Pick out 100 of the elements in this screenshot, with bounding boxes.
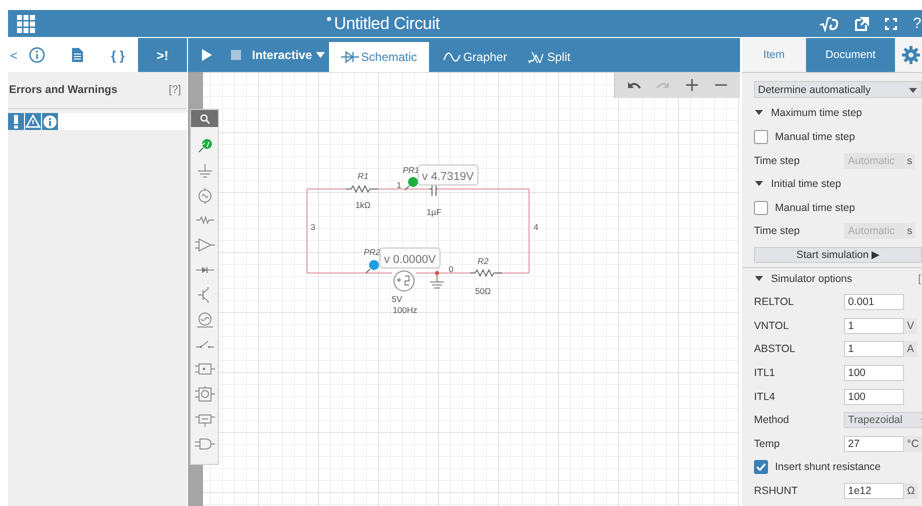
probe-dot[interactable] bbox=[369, 260, 379, 270]
input-field[interactable]: 1e12 bbox=[844, 482, 904, 499]
checkbox-label: Manual time step bbox=[775, 202, 855, 214]
node-label: 1 bbox=[396, 180, 402, 190]
filter-field[interactable] bbox=[8, 113, 187, 130]
unit-label: s bbox=[904, 152, 916, 169]
help-link[interactable]: [?] bbox=[168, 84, 181, 96]
mode-dropdown[interactable]: Interactive bbox=[248, 46, 330, 64]
triangle-icon[interactable] bbox=[755, 275, 763, 284]
panel-tab[interactable]: Document bbox=[806, 38, 895, 72]
component-name: R1 bbox=[358, 171, 368, 181]
exclamation-icon[interactable] bbox=[8, 113, 24, 130]
amplifier-icon[interactable] bbox=[194, 237, 214, 254]
view-tab[interactable]: Grapher bbox=[433, 42, 518, 72]
input-field[interactable]: 1 bbox=[844, 318, 904, 334]
dropdown[interactable]: Trapezoidal bbox=[844, 412, 922, 428]
export-icon[interactable] bbox=[855, 16, 869, 30]
unit-label: V bbox=[904, 318, 918, 334]
triangle-icon[interactable] bbox=[755, 109, 763, 118]
voltage-source-symbol[interactable] bbox=[394, 270, 414, 292]
section-header[interactable]: Initial time step bbox=[771, 178, 842, 190]
panel-tab[interactable]: { } bbox=[98, 38, 138, 72]
probe-reading: v 4.7319V bbox=[418, 164, 478, 186]
grid-menu-icon[interactable] bbox=[17, 14, 35, 32]
checkbox[interactable] bbox=[754, 200, 768, 215]
split-view-icon bbox=[527, 51, 546, 63]
scroll-left-button[interactable]: < bbox=[8, 38, 17, 72]
ground-symbol[interactable] bbox=[430, 271, 444, 288]
field-label: Time step bbox=[754, 154, 801, 167]
node-label: 0 bbox=[448, 264, 454, 274]
check-icon bbox=[756, 463, 766, 472]
input-field[interactable]: 100 bbox=[844, 364, 904, 381]
wire[interactable] bbox=[306, 188, 530, 274]
play-icon[interactable] bbox=[202, 49, 212, 61]
help-link[interactable]: [ bbox=[918, 273, 922, 286]
field-label: ITL1 bbox=[754, 366, 776, 379]
component-value: 1µF bbox=[426, 207, 442, 217]
unit-label: °C bbox=[904, 436, 922, 452]
resistor-symbol[interactable] bbox=[470, 268, 502, 278]
checkbox-label: Insert shunt resistance bbox=[775, 461, 881, 474]
probe-lead bbox=[366, 268, 370, 274]
lamp-icon[interactable] bbox=[194, 312, 214, 328]
view-tab[interactable]: Split bbox=[517, 42, 580, 72]
field-label: Temp bbox=[754, 438, 781, 450]
probe-name: PR1 bbox=[402, 165, 420, 175]
section-header[interactable]: Maximum time step bbox=[771, 107, 862, 120]
triangle-icon[interactable] bbox=[755, 180, 763, 188]
view-tab[interactable]: Schematic bbox=[329, 42, 430, 72]
field-label: Time step bbox=[754, 225, 801, 238]
node-label: 4 bbox=[534, 222, 538, 232]
section-header[interactable]: Simulator options bbox=[771, 273, 852, 286]
panel-tab[interactable]: >! bbox=[138, 38, 187, 72]
component-value: 50Ω bbox=[475, 286, 491, 296]
info-icon[interactable] bbox=[42, 113, 58, 130]
settings-tab[interactable] bbox=[895, 38, 922, 72]
document-icon bbox=[72, 48, 83, 62]
checkbox[interactable] bbox=[754, 460, 768, 474]
unit-label: Ω bbox=[904, 482, 918, 499]
probe-lead bbox=[404, 186, 410, 190]
schematic-canvas[interactable]: R1 1kΩ 1µF 5V 100Hz R2 50Ω 1 3 4 0 PR1 v 4.7319V PR2 v 0.0000V bbox=[188, 72, 740, 506]
diode-icon bbox=[341, 51, 360, 63]
field-label: ITL4 bbox=[754, 390, 776, 403]
search-icon[interactable] bbox=[200, 114, 210, 124]
unit-label: s bbox=[904, 223, 916, 240]
chip-icon[interactable] bbox=[194, 361, 214, 378]
probe-name: PR2 bbox=[364, 247, 380, 257]
unit-label: A bbox=[904, 341, 918, 358]
sine-wave-icon bbox=[443, 51, 462, 63]
dropdown[interactable]: Determine automatically bbox=[754, 81, 922, 98]
field-label: RELTOL bbox=[754, 296, 795, 308]
component-name: R2 bbox=[478, 256, 488, 266]
warning-icon[interactable] bbox=[25, 113, 41, 130]
input-field[interactable]: 100 bbox=[844, 388, 904, 405]
root-spiral-icon[interactable] bbox=[819, 16, 839, 32]
component-value: 5V bbox=[392, 294, 402, 304]
node-label: 3 bbox=[310, 222, 316, 232]
component-value: 100Hz bbox=[392, 305, 418, 315]
caret-icon bbox=[316, 52, 326, 58]
resistor-symbol[interactable] bbox=[346, 184, 378, 194]
input-field[interactable]: 0.001 bbox=[844, 294, 904, 310]
checkbox[interactable] bbox=[754, 130, 768, 144]
document-title: Untitled Circuit bbox=[334, 14, 440, 34]
caret-icon bbox=[909, 88, 917, 94]
input-field[interactable]: 1 bbox=[844, 341, 904, 358]
component-value: 1kΩ bbox=[355, 200, 371, 210]
field-label: Method bbox=[754, 414, 790, 426]
field-label: ABSTOL bbox=[754, 343, 796, 356]
probe-reading: v 0.0000V bbox=[380, 248, 440, 268]
info-icon bbox=[29, 47, 46, 63]
help-button[interactable]: ? bbox=[913, 15, 922, 32]
fullscreen-icon[interactable] bbox=[885, 18, 897, 30]
input-field[interactable]: 27 bbox=[844, 436, 904, 452]
settings-icon bbox=[902, 46, 920, 64]
panel-tab[interactable]: Item bbox=[742, 38, 806, 72]
chip-icon[interactable] bbox=[194, 386, 214, 402]
start-simulation-button[interactable]: Start simulation ▶ bbox=[754, 246, 922, 263]
panel-title: Errors and Warnings bbox=[9, 84, 118, 96]
checkbox-label: Manual time step bbox=[775, 130, 855, 143]
probe-dot[interactable] bbox=[408, 177, 418, 187]
gate-icon[interactable] bbox=[194, 436, 214, 452]
